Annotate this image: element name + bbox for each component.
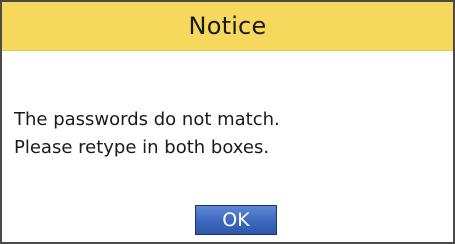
ok-button[interactable]: OK	[195, 205, 277, 235]
message-line-2: Please retype in both boxes.	[14, 137, 270, 158]
dialog-title-bar: Notice	[2, 2, 453, 51]
dialog-message: The passwords do not match. Please retyp…	[14, 106, 434, 162]
dialog-title: Notice	[188, 12, 267, 40]
notice-dialog: Notice The passwords do not match. Pleas…	[0, 0, 455, 244]
message-line-1: The passwords do not match.	[14, 109, 280, 130]
ok-button-label: OK	[222, 209, 250, 231]
